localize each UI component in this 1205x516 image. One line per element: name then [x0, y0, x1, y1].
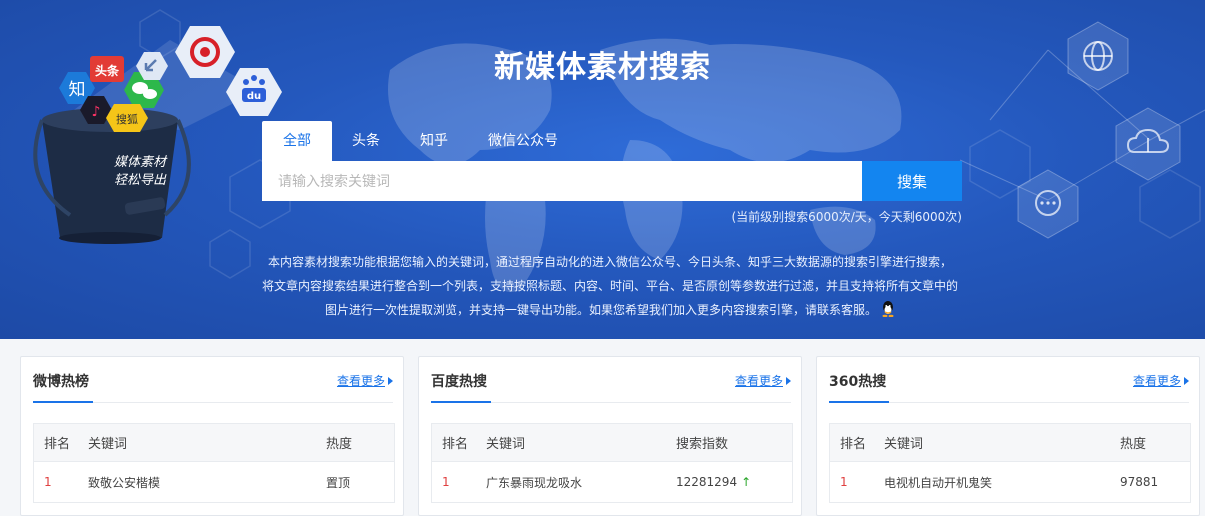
tab-wechat-official[interactable]: 微信公众号 — [468, 121, 578, 161]
hot-list-table: 排名 关键词 热度 1 致敬公安楷模 置顶 — [33, 423, 395, 503]
keyword-link[interactable]: 广东暴雨现龙吸水 — [486, 474, 676, 491]
tab-all[interactable]: 全部 — [262, 121, 332, 161]
tab-toutiao[interactable]: 头条 — [332, 121, 400, 161]
heat-value: 97881 — [1120, 475, 1159, 489]
feature-description: 本内容素材搜索功能根据您输入的关键词，通过程序自动化的进入微信公众号、今日头条、… — [261, 255, 958, 317]
arrow-right-icon — [388, 377, 393, 385]
keyword-link[interactable]: 致敬公安楷模 — [88, 474, 326, 491]
svg-text:搜狐: 搜狐 — [116, 112, 138, 126]
hot-list-table: 排名 关键词 热度 1 电视机自动开机鬼笑 97881 — [829, 423, 1191, 503]
tab-zhihu[interactable]: 知乎 — [400, 121, 468, 161]
rank-number: 1 — [442, 475, 450, 489]
table-header: 排名 关键词 热度 — [830, 424, 1190, 462]
table-header: 排名 关键词 搜索指数 — [432, 424, 792, 462]
hot-list-table: 排名 关键词 搜索指数 1 广东暴雨现龙吸水 12281294 ↑ — [431, 423, 793, 503]
panel-title: 微博热榜 — [33, 374, 89, 390]
panel-header: 微博热榜 查看更多 — [33, 357, 393, 403]
baidu-hot-panel: 百度热搜 查看更多 排名 关键词 搜索指数 1 广东暴雨现龙吸水 1228129… — [418, 356, 802, 516]
search-index-value: 12281294 ↑ — [676, 475, 752, 489]
table-header: 排名 关键词 热度 — [34, 424, 394, 462]
panel-header: 360热搜 查看更多 — [829, 357, 1189, 403]
so360-hot-panel: 360热搜 查看更多 排名 关键词 热度 1 电视机自动开机鬼笑 97881 — [816, 356, 1200, 516]
panel-title-underline — [431, 401, 491, 403]
search-button[interactable]: 搜集 — [862, 161, 962, 201]
rank-number: 1 — [840, 475, 848, 489]
search-input[interactable] — [262, 161, 862, 201]
search-banner: 知 头条 ♪ 搜狐 du 媒体素材 轻松导出 新媒体素材搜索 全部 头条 知乎 … — [0, 0, 1205, 339]
view-more-link[interactable]: 查看更多 — [1133, 372, 1189, 389]
search-quota-text: (当前级别搜索6000次/天，今天剩6000次) — [731, 210, 963, 224]
table-row[interactable]: 1 电视机自动开机鬼笑 97881 — [830, 462, 1190, 502]
panel-header: 百度热搜 查看更多 — [431, 357, 791, 403]
keyword-link[interactable]: 电视机自动开机鬼笑 — [884, 474, 1120, 491]
arrow-right-icon — [1184, 377, 1189, 385]
weibo-hot-panel: 微博热榜 查看更多 排名 关键词 热度 1 致敬公安楷模 置顶 — [20, 356, 404, 516]
svg-text:♪: ♪ — [92, 104, 101, 120]
arrow-right-icon — [786, 377, 791, 385]
panel-title: 360热搜 — [829, 374, 887, 390]
panel-title: 百度热搜 — [431, 374, 487, 390]
trend-up-icon: ↑ — [741, 475, 752, 489]
search-source-tabs: 全部 头条 知乎 微信公众号 — [262, 121, 578, 161]
panel-title-underline — [829, 401, 889, 403]
rank-number: 1 — [44, 475, 52, 489]
search-bar: 搜集 — [262, 161, 962, 201]
page-title: 新媒体素材搜索 — [494, 50, 711, 85]
view-more-link[interactable]: 查看更多 — [337, 372, 393, 389]
table-row[interactable]: 1 广东暴雨现龙吸水 12281294 ↑ — [432, 462, 792, 502]
qq-penguin-icon[interactable] — [881, 301, 895, 317]
view-more-link[interactable]: 查看更多 — [735, 372, 791, 389]
bucket-caption: 媒体素材 轻松导出 — [113, 155, 166, 188]
table-row[interactable]: 1 致敬公安楷模 置顶 — [34, 462, 394, 502]
svg-text:du: du — [247, 91, 261, 102]
sohu-app-icon: 搜狐 — [106, 104, 148, 132]
heat-value: 置顶 — [326, 475, 351, 490]
panel-title-underline — [33, 401, 93, 403]
chat-hex-icon — [1017, 169, 1079, 239]
